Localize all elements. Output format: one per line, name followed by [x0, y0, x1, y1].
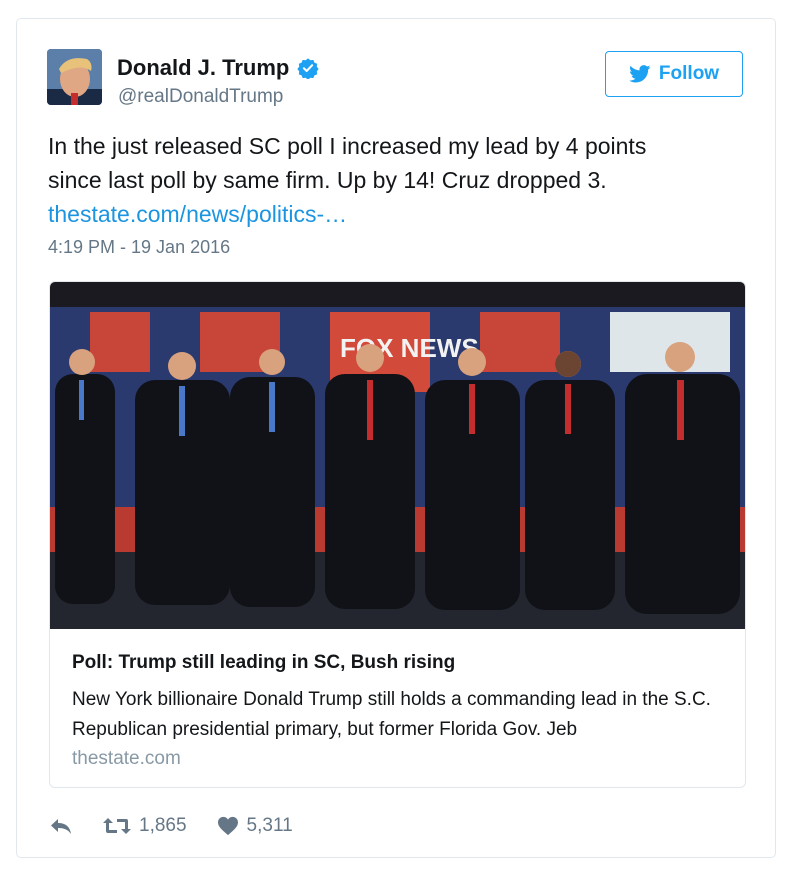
- twitter-bird-icon: [629, 65, 651, 83]
- tweet-text: In the just released SC poll I increased…: [48, 129, 728, 231]
- heart-icon: [217, 816, 238, 836]
- follow-button[interactable]: Follow: [605, 51, 743, 97]
- reply-button[interactable]: [49, 816, 73, 836]
- like-button[interactable]: 5,311: [217, 815, 293, 837]
- like-count: 5,311: [246, 815, 293, 836]
- author-handle[interactable]: @realDonaldTrump: [118, 86, 283, 108]
- avatar-image: [47, 49, 102, 105]
- tweet-text-line-2: since last poll by same firm. Up by 14! …: [48, 167, 607, 193]
- card-domain: thestate.com: [72, 748, 181, 769]
- follow-label: Follow: [658, 63, 720, 84]
- tweet-link[interactable]: thestate.com/news/politics-…: [48, 201, 347, 227]
- debate-stage-photo: FOX NEWS: [50, 282, 745, 629]
- retweet-icon: [103, 818, 131, 834]
- tweet-actions: 1,865 5,311: [49, 811, 323, 841]
- author-name[interactable]: Donald J. Trump: [117, 55, 319, 81]
- retweet-button[interactable]: 1,865: [103, 815, 187, 837]
- card-description: New York billionaire Donald Trump still …: [72, 689, 711, 740]
- tweet-text-line-1: In the just released SC poll I increased…: [48, 133, 647, 159]
- tweet-card: Donald J. Trump @realDonaldTrump Follow …: [16, 18, 776, 858]
- author-avatar[interactable]: [47, 49, 102, 105]
- link-preview-card[interactable]: FOX NEWS Poll: Trump still leading in SC…: [49, 281, 746, 788]
- verified-badge-icon: [297, 58, 319, 79]
- tweet-timestamp[interactable]: 4:19 PM - 19 Jan 2016: [48, 237, 230, 258]
- reply-icon: [51, 819, 71, 834]
- author-name-text: Donald J. Trump: [117, 55, 290, 80]
- card-title: Poll: Trump still leading in SC, Bush ri…: [72, 652, 456, 673]
- retweet-count: 1,865: [139, 815, 187, 836]
